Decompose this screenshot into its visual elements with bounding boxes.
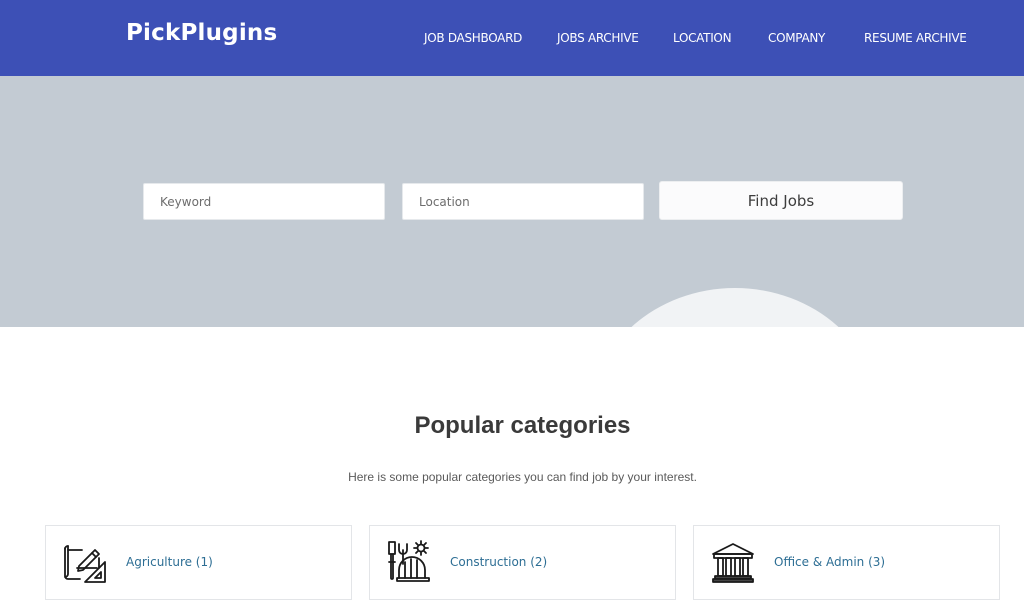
category-label[interactable]: Agriculture (1) <box>126 553 213 571</box>
hero-decorative-arc <box>590 288 880 327</box>
category-label[interactable]: Construction (2) <box>450 553 547 571</box>
find-jobs-button[interactable]: Find Jobs <box>659 181 903 220</box>
site-header: PickPlugins JOB DASHBOARD JOBS ARCHIVE L… <box>0 0 1024 76</box>
site-logo[interactable]: PickPlugins <box>126 18 277 48</box>
classical-building-icon <box>712 543 754 583</box>
construction-tools-helmet-icon <box>388 540 430 582</box>
nav-location[interactable]: LOCATION <box>673 28 732 48</box>
nav-jobs-archive[interactable]: JOBS ARCHIVE <box>557 28 639 48</box>
section-subtitle: Here is some popular categories you can … <box>348 470 697 484</box>
section-title: Popular categories <box>414 412 631 439</box>
category-card-office-admin[interactable]: Office & Admin (3) <box>693 525 1000 600</box>
hero-search-section: Find Jobs <box>0 76 1024 327</box>
nav-company[interactable]: COMPANY <box>768 28 825 48</box>
location-input[interactable] <box>402 183 644 220</box>
blueprint-drafting-icon <box>64 545 106 583</box>
category-card-construction[interactable]: Construction (2) <box>369 525 676 600</box>
nav-job-dashboard[interactable]: JOB DASHBOARD <box>424 28 522 48</box>
nav-resume-archive[interactable]: RESUME ARCHIVE <box>864 28 967 48</box>
category-card-agriculture[interactable]: Agriculture (1) <box>45 525 352 600</box>
category-label[interactable]: Office & Admin (3) <box>774 553 885 571</box>
keyword-input[interactable] <box>143 183 385 220</box>
